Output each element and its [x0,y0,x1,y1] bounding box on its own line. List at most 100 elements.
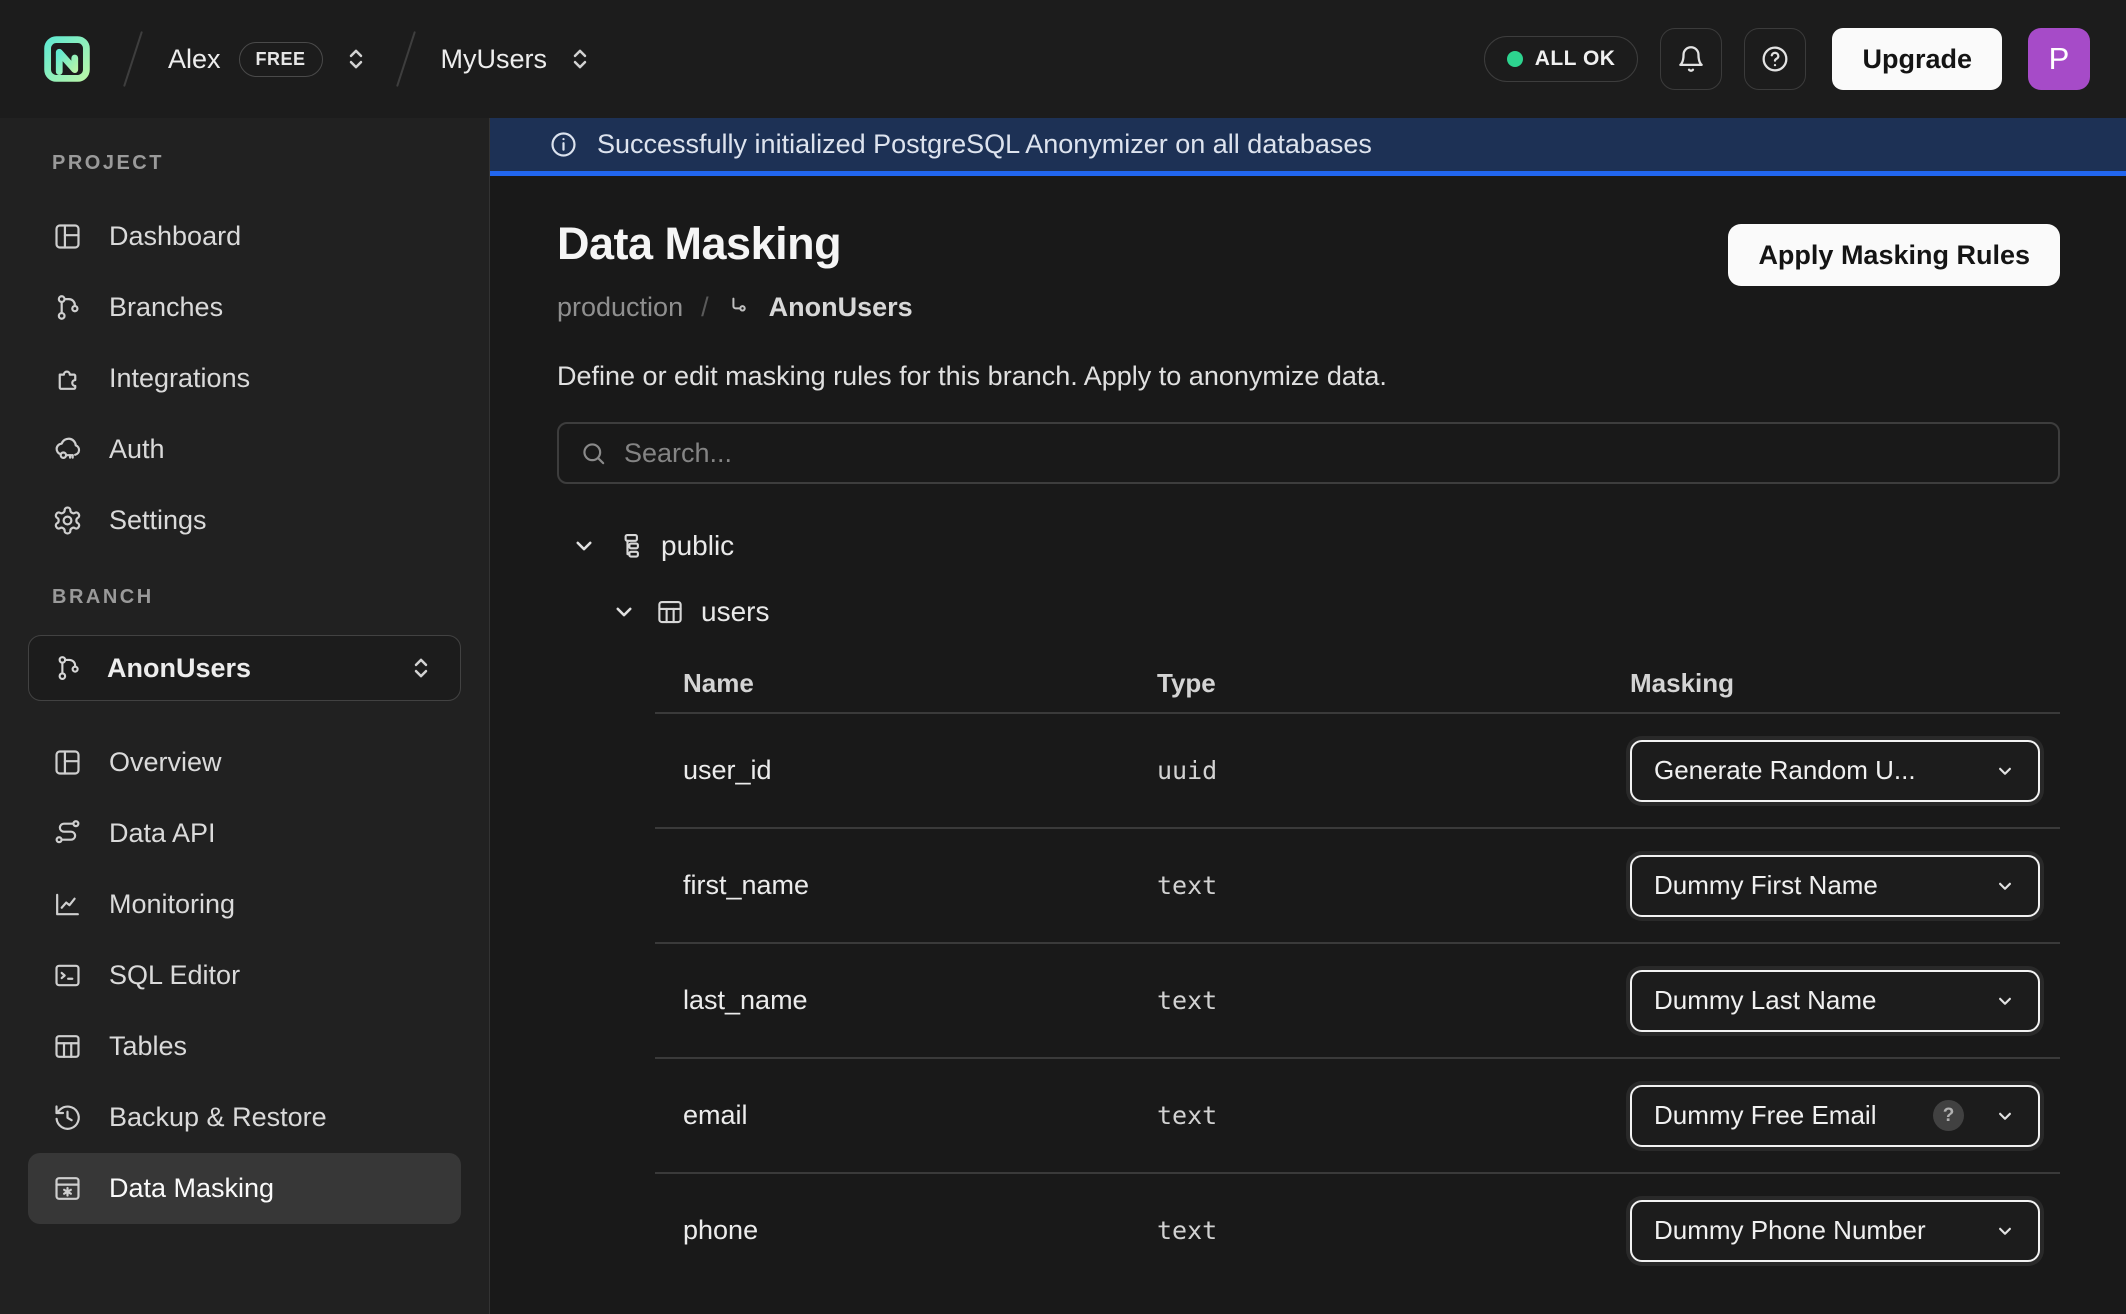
status-label: ALL OK [1535,47,1616,71]
terminal-window-icon [52,960,83,991]
sidebar-item-integrations[interactable]: Integrations [28,343,461,414]
table-header: Name Type Masking [655,654,2060,712]
column-type: text [1157,1216,1630,1245]
window-asterisk-icon [52,1173,83,1204]
info-circle-icon [548,129,579,160]
sidebar-item-settings[interactable]: Settings [28,485,461,556]
chevron-down-icon [1992,873,2018,899]
help-badge[interactable]: ? [1933,1100,1964,1131]
column-type: text [1157,1101,1630,1130]
masking-rule-value: Dummy Last Name [1654,985,1978,1016]
table-row: first_name text Dummy First Name [655,829,2060,942]
column-name: user_id [683,755,1157,786]
schema-icon [615,531,645,561]
history-clock-icon [52,1102,83,1133]
notifications-button[interactable] [1660,28,1722,90]
main-panel: Successfully initialized PostgreSQL Anon… [490,118,2126,1314]
table-row: last_name text Dummy Last Name [655,944,2060,1057]
breadcrumb-separator: / [701,292,709,323]
masking-rule-select[interactable]: Dummy Phone Number [1630,1200,2040,1262]
apply-masking-rules-button[interactable]: Apply Masking Rules [1728,224,2060,286]
panels-icon [52,747,83,778]
column-name: phone [683,1215,1157,1246]
help-button[interactable] [1744,28,1806,90]
sidebar-item-branches[interactable]: Branches [28,272,461,343]
branch-selector-value: AnonUsers [107,653,251,684]
schema-tree: public users [557,530,2060,628]
notification-banner: Successfully initialized PostgreSQL Anon… [490,118,2126,176]
masking-rule-select[interactable]: Dummy Free Email ? [1630,1085,2040,1147]
chevron-down-icon [1992,988,2018,1014]
sidebar-item-overview[interactable]: Overview [28,727,461,798]
sidebar-item-tables[interactable]: Tables [28,1011,461,1082]
org-selector[interactable]: Alex FREE [168,42,371,77]
plan-badge: FREE [239,42,323,77]
table-name: users [701,596,769,628]
masking-rule-select[interactable]: Dummy Last Name [1630,970,2040,1032]
masking-rule-select[interactable]: Dummy First Name [1630,855,2040,917]
breadcrumb-parent[interactable]: production [557,292,683,323]
avatar[interactable]: P [2028,28,2090,90]
sidebar-item-label: Branches [109,292,223,323]
column-name: last_name [683,985,1157,1016]
sidebar-item-label: Overview [109,747,222,778]
tree-node-schema[interactable]: public [557,530,2060,562]
sidebar-item-sql-editor[interactable]: SQL Editor [28,940,461,1011]
sidebar-item-label: SQL Editor [109,960,240,991]
project-selector[interactable]: MyUsers [441,44,596,75]
table-icon [52,1031,83,1062]
sidebar-item-label: Data Masking [109,1173,274,1204]
search-box[interactable] [557,422,2060,484]
help-circle-icon [1759,43,1791,75]
breadcrumb: production / AnonUsers [557,292,913,323]
sidebar-item-data-masking[interactable]: Data Masking [28,1153,461,1224]
table-row: phone text Dummy Phone Number [655,1174,2060,1287]
sidebar-item-label: Integrations [109,363,250,394]
masking-rule-select[interactable]: Generate Random U... [1630,740,2040,802]
column-header-name: Name [683,668,1157,699]
chevron-down-icon[interactable] [609,597,639,627]
sidebar-item-monitoring[interactable]: Monitoring [28,869,461,940]
sidebar-item-label: Monitoring [109,889,235,920]
masking-table: Name Type Masking user_id uuid Generate … [655,654,2060,1287]
column-header-type: Type [1157,668,1630,699]
status-badge[interactable]: ALL OK [1484,36,1639,82]
chevrons-up-down-icon[interactable] [565,44,595,74]
chevrons-up-down-icon[interactable] [341,44,371,74]
masking-rule-value: Dummy First Name [1654,870,1978,901]
slash-divider [123,31,143,87]
neon-logo-icon[interactable] [36,28,98,90]
git-branch-icon [53,653,83,683]
git-branch-icon [52,292,83,323]
chevron-down-icon[interactable] [569,531,599,561]
sidebar-item-auth[interactable]: Auth [28,414,461,485]
upgrade-button[interactable]: Upgrade [1832,28,2002,90]
sidebar-item-label: Auth [109,434,165,465]
project-name: MyUsers [441,44,548,75]
page-title: Data Masking [557,218,913,270]
route-icon [52,818,83,849]
chevron-down-icon [1992,1103,2018,1129]
gear-icon [52,505,83,536]
page-description: Define or edit masking rules for this br… [557,361,2060,392]
table-icon [655,597,685,627]
column-header-masking: Masking [1630,668,2060,699]
masking-rule-value: Generate Random U... [1654,755,1978,786]
table-row: user_id uuid Generate Random U... [655,714,2060,827]
table-row: email text Dummy Free Email ? [655,1059,2060,1172]
masking-rule-value: Dummy Free Email [1654,1100,1919,1131]
column-name: first_name [683,870,1157,901]
cloud-key-icon [52,434,83,465]
bell-icon [1675,43,1707,75]
line-chart-icon [52,889,83,920]
chevron-down-icon [1992,758,2018,784]
sidebar-item-dashboard[interactable]: Dashboard [28,201,461,272]
sidebar-item-data-api[interactable]: Data API [28,798,461,869]
search-input[interactable] [624,438,2038,469]
sidebar-item-label: Settings [109,505,207,536]
sidebar-item-backup-restore[interactable]: Backup & Restore [28,1082,461,1153]
column-type: text [1157,986,1630,1015]
tree-node-table[interactable]: users [557,596,2060,628]
status-dot-icon [1507,51,1523,67]
branch-selector[interactable]: AnonUsers [28,635,461,701]
